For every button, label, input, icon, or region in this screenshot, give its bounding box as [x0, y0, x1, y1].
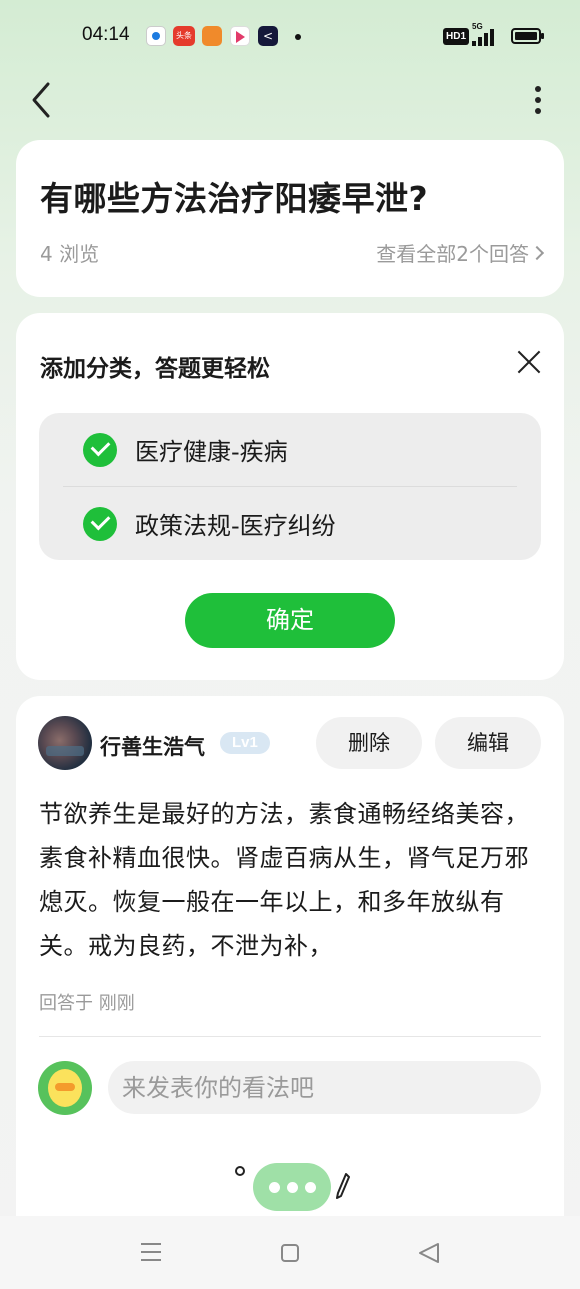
- category-prompt-card: 添加分类，答题更轻松 医疗健康-疾病 政策法规-医疗纠纷 确定: [16, 313, 564, 680]
- category-label: 医疗健康-疾病: [135, 438, 288, 466]
- view-all-answers-link[interactable]: 查看全部2个回答: [376, 238, 545, 267]
- category-label: 政策法规-医疗纠纷: [135, 512, 336, 540]
- chevron-left-icon: [32, 82, 50, 118]
- chevron-right-icon: [529, 245, 545, 260]
- network-type-label: 5G: [472, 22, 483, 31]
- signal-icon: 5G: [472, 22, 502, 46]
- level-badge: Lv1: [220, 732, 270, 754]
- category-item-policy-dispute[interactable]: 政策法规-医疗纠纷: [39, 487, 541, 560]
- toutiao-notification-icon: 头条: [173, 26, 195, 46]
- floating-more-button[interactable]: [253, 1163, 331, 1211]
- delete-button[interactable]: 删除: [316, 717, 422, 769]
- back-triangle-icon[interactable]: [418, 1242, 440, 1264]
- category-list: 医疗健康-疾病 政策法规-医疗纠纷: [39, 413, 541, 560]
- answer-card: 行善生浩气 Lv1 删除 编辑 节欲养生是最好的方法，素食通畅经络美容，素食补精…: [16, 696, 564, 1216]
- back-button[interactable]: [22, 78, 62, 122]
- answer-username[interactable]: 行善生浩气: [100, 731, 205, 761]
- answer-timestamp: 回答于 刚刚: [39, 993, 135, 1014]
- confirm-button[interactable]: 确定: [185, 593, 395, 648]
- more-options-button[interactable]: [520, 80, 556, 120]
- small-circle-icon: [235, 1166, 245, 1176]
- more-notifications-dot-icon: [295, 34, 301, 40]
- answer-text[interactable]: 节欲养生是最好的方法，素食通畅经络美容，素食补精血很快。肾虚百病从生，肾气足万邪…: [39, 792, 544, 968]
- category-prompt-title: 添加分类，答题更轻松: [40, 356, 270, 382]
- close-icon[interactable]: [516, 349, 542, 375]
- browser-notification-icon: [146, 26, 166, 46]
- app-notification-icon: [258, 26, 278, 46]
- hd-call-badge: HD1: [443, 28, 470, 45]
- status-time: 04:14: [82, 24, 130, 45]
- system-navigation-bar: [0, 1216, 580, 1289]
- category-item-medical-disease[interactable]: 医疗健康-疾病: [39, 413, 541, 486]
- my-avatar: [38, 1061, 92, 1115]
- divider: [39, 1036, 541, 1037]
- comment-input[interactable]: [108, 1061, 541, 1114]
- recent-apps-icon[interactable]: [141, 1243, 161, 1261]
- edit-button[interactable]: 编辑: [435, 717, 541, 769]
- question-card: 有哪些方法治疗阳痿早泄? 4 浏览 查看全部2个回答: [16, 140, 564, 297]
- pencil-icon[interactable]: [336, 1172, 350, 1200]
- avatar[interactable]: [38, 716, 92, 770]
- status-bar: 04:14 头条 HD1 5G: [0, 0, 580, 72]
- check-circle-icon: [83, 506, 117, 541]
- reader-notification-icon: [202, 26, 222, 46]
- view-count: 4 浏览: [40, 242, 100, 266]
- check-circle-icon: [83, 432, 117, 467]
- home-icon[interactable]: [281, 1244, 299, 1262]
- question-title: 有哪些方法治疗阳痿早泄?: [40, 179, 429, 218]
- view-all-answers-label: 查看全部2个回答: [376, 242, 529, 266]
- battery-icon: [511, 28, 544, 44]
- video-notification-icon: [230, 26, 250, 46]
